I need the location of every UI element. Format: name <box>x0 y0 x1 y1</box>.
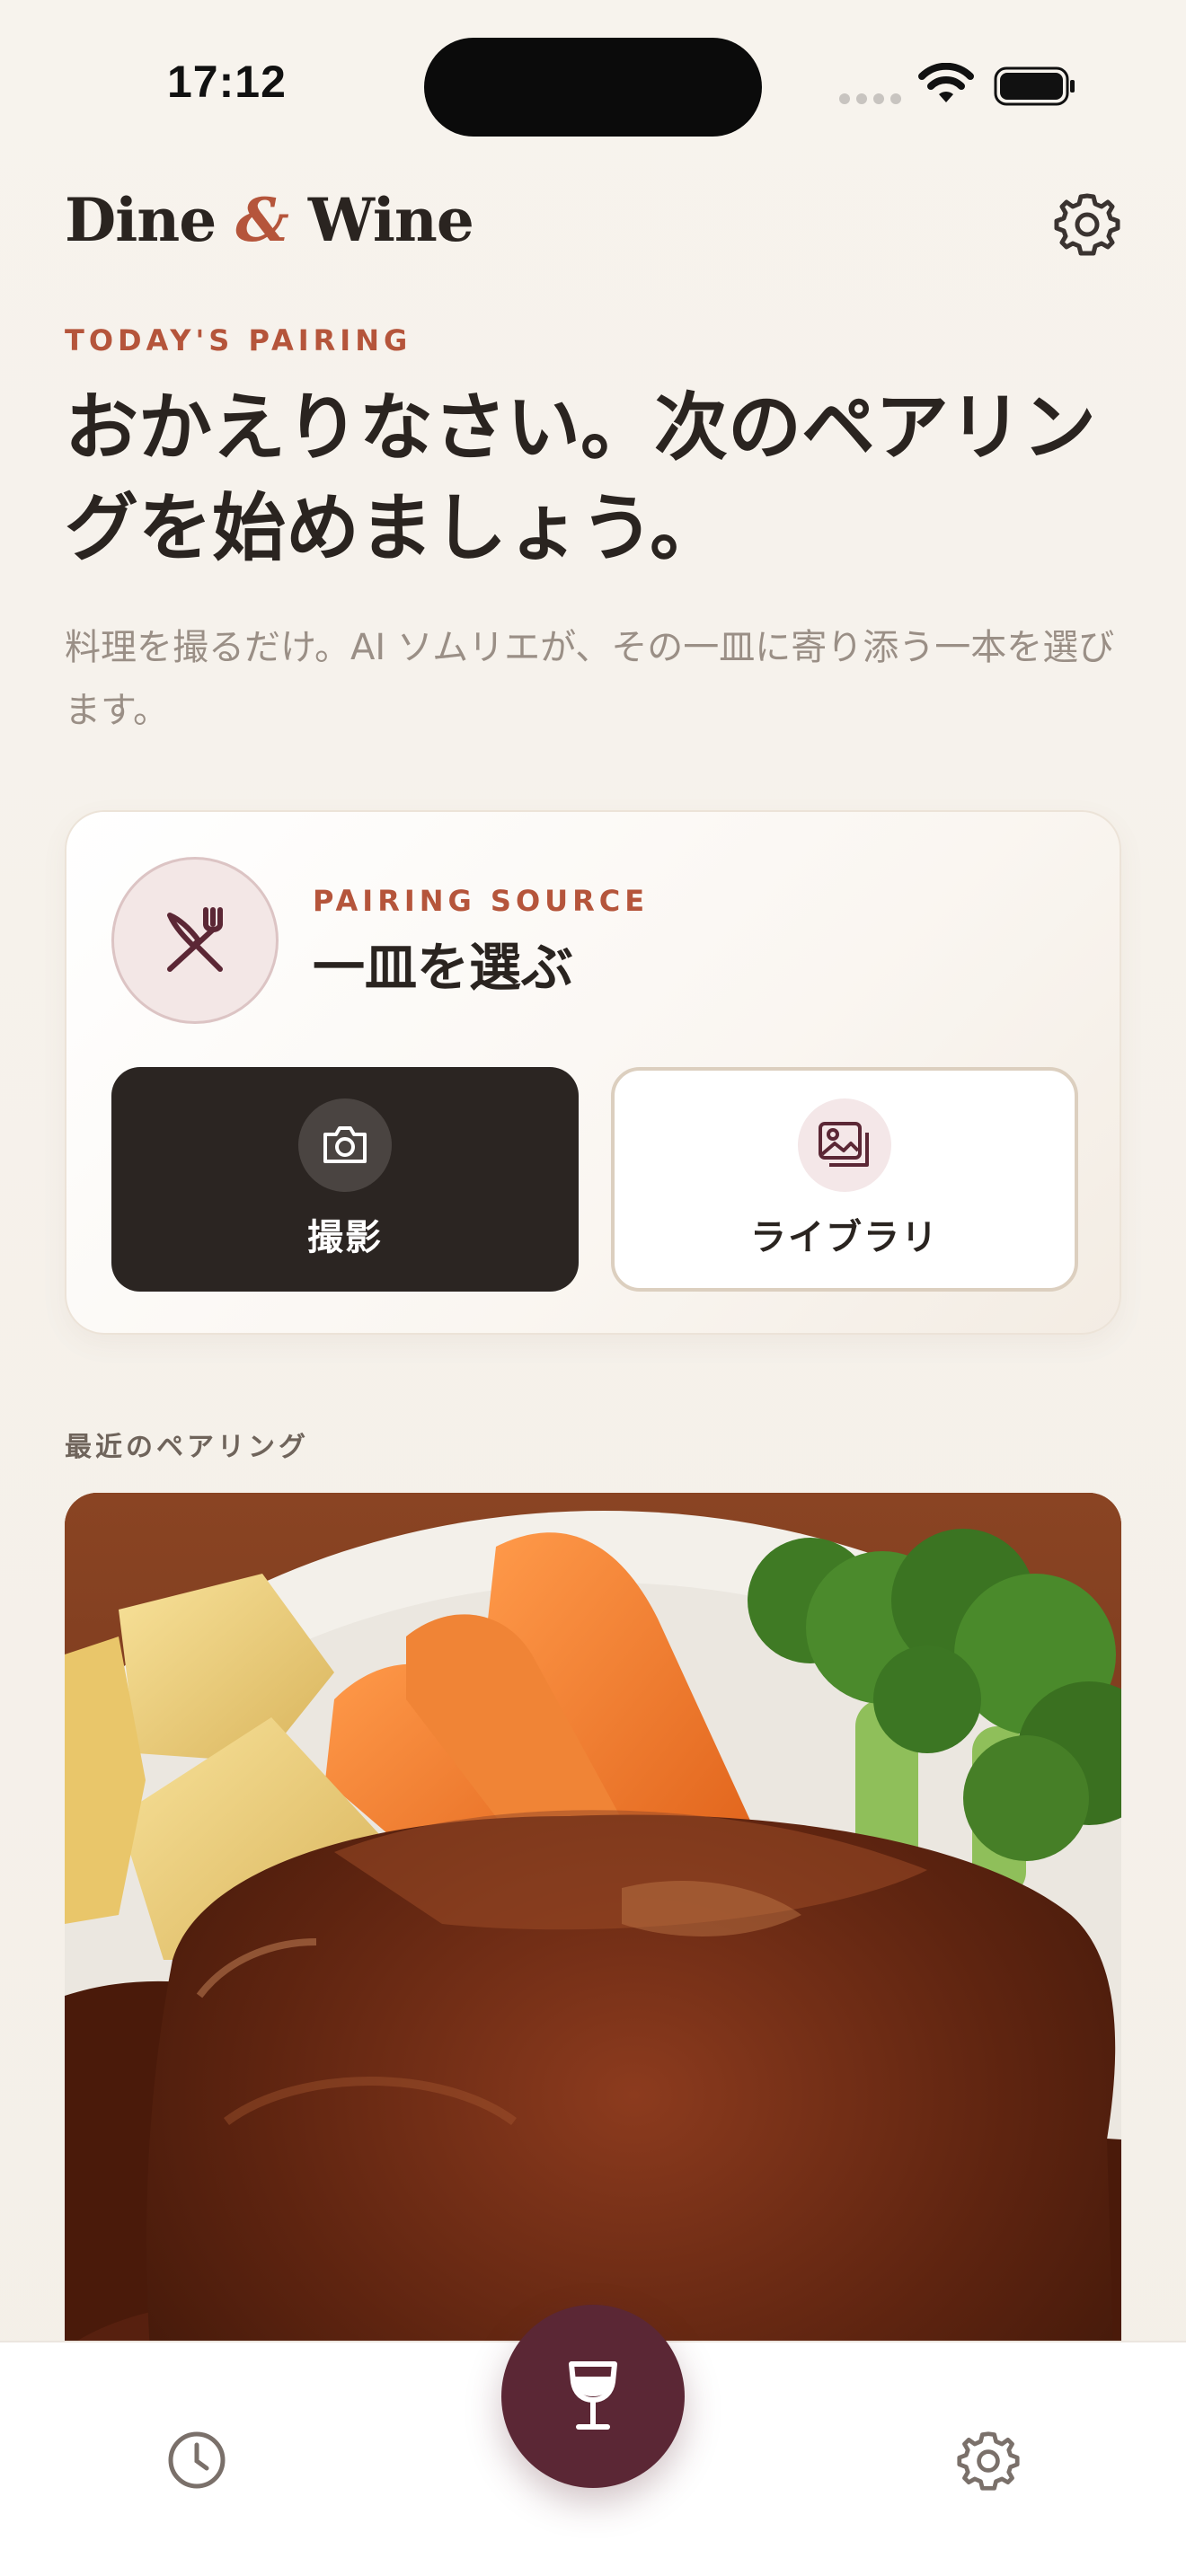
pairing-source-title: 一皿を選ぶ <box>313 937 574 998</box>
pairing-source-kicker: PAIRING SOURCE <box>313 884 650 918</box>
pairing-source-card: PAIRING SOURCE 一皿を選ぶ 撮影 ライブラリ <box>65 810 1121 1335</box>
photo-library-icon <box>798 1098 891 1192</box>
camera-button-label: 撮影 <box>307 1217 383 1258</box>
dynamic-island <box>424 38 762 137</box>
camera-button[interactable]: 撮影 <box>111 1067 579 1292</box>
clock-icon[interactable] <box>167 2430 226 2490</box>
battery-icon <box>994 66 1075 106</box>
gear-icon[interactable] <box>956 2429 1021 2493</box>
logo-dine: Dine <box>65 185 217 255</box>
pairing-fab-button[interactable] <box>501 2305 685 2488</box>
home-screen: 17:12 Dine & Wine TODAY'S PAIRING おかえりなさ… <box>0 0 1186 2576</box>
library-button-label: ライブラリ <box>750 1217 939 1258</box>
app-logo: Dine & Wine <box>65 185 474 255</box>
wifi-icon <box>918 63 974 102</box>
fork-knife-icon <box>111 857 279 1024</box>
welcome-subcopy: 料理を撮るだけ。AI ソムリエが、その一皿に寄り添う一本を選びます。 <box>65 627 1115 731</box>
library-button[interactable]: ライブラリ <box>611 1067 1078 1292</box>
wine-glass-icon <box>569 2361 617 2430</box>
todays-pairing-kicker: TODAY'S PAIRING <box>65 323 412 357</box>
signal-icon <box>839 93 901 104</box>
status-time: 17:12 <box>167 57 287 107</box>
logo-ampersand: & <box>235 185 289 255</box>
welcome-headline: おかえりなさい。次のペアリングを始めましょう。 <box>65 384 1097 571</box>
app-header: Dine & Wine <box>65 180 1121 269</box>
status-bar: 17:12 <box>0 0 1186 171</box>
camera-icon <box>298 1098 392 1192</box>
gear-icon[interactable] <box>1053 190 1121 259</box>
recent-pairings-label: 最近のペアリング <box>65 1432 309 1463</box>
logo-wine: Wine <box>307 185 474 255</box>
